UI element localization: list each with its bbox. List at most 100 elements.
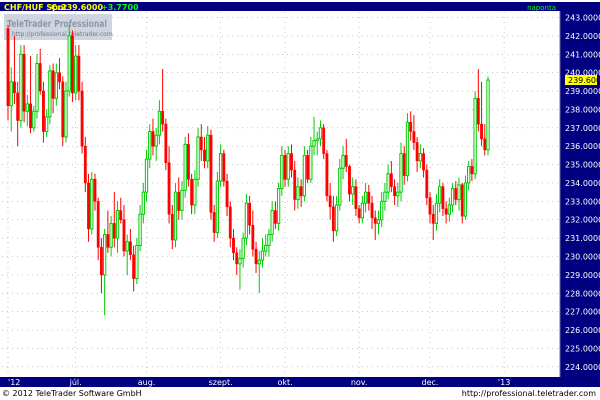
copyright-text: © 2012 TeleTrader Software GmbH (2, 389, 142, 398)
candle-body-up (64, 90, 68, 138)
candle-body-up (376, 219, 381, 224)
candle-body-up (90, 178, 94, 230)
x-tick-label: dec. (422, 378, 439, 387)
chart-frame: CHF/HUF Spot C: 239.6000 +3.7700 naponta… (0, 0, 600, 400)
x-tick-label: szept. (209, 378, 233, 387)
candle (19, 45, 23, 128)
candle-body-up (138, 213, 142, 246)
candle-body-up (467, 165, 471, 184)
candle-body-up (67, 35, 71, 92)
y-tick-label: 228.0000 (565, 289, 600, 298)
candle-body-down (409, 122, 413, 132)
candle-body-down (354, 186, 358, 209)
candle-body-up (418, 153, 423, 162)
candle-body-down (87, 182, 90, 230)
candle-body-up (109, 222, 113, 248)
footer-url: http://professional.teletrader.com (461, 389, 596, 398)
candle-body-up (457, 184, 461, 201)
candle-body-up (32, 110, 36, 129)
candle-body-up (9, 81, 13, 107)
candlestick-chart: CHF/HUF Spot C: 239.6000 +3.7700 naponta… (0, 0, 600, 400)
candle-body-down (112, 223, 116, 239)
header-period: naponta (527, 4, 556, 12)
candle-body-down (290, 153, 293, 171)
candle-body-down (367, 191, 371, 204)
candle-body-up (193, 178, 197, 206)
candle-body-up (363, 191, 368, 204)
candle-body-down (22, 54, 26, 112)
candle-body-down (122, 219, 126, 252)
logo-name: TeleTrader Professional (7, 19, 107, 30)
candle-body-up (280, 154, 284, 189)
candle (71, 30, 74, 103)
candle-body-down (212, 212, 216, 233)
candle-body-up (360, 202, 365, 219)
candle-body-up (338, 167, 342, 206)
candle-body-down (444, 208, 448, 215)
candle-body-up (450, 187, 455, 206)
candle-body-up (196, 136, 200, 180)
last-price-label: 239.6000 (568, 76, 600, 85)
candle-body-up (276, 187, 281, 224)
x-tick-label: aug. (138, 378, 156, 387)
logo-url: http://professional.teletrader.com (12, 31, 113, 38)
candle-body-down (119, 210, 123, 220)
candle (48, 65, 52, 125)
candle-body-down (273, 210, 277, 224)
candle (209, 129, 213, 220)
candle-body-up (215, 180, 220, 234)
y-tick-label: 225.0000 (565, 344, 600, 353)
x-tick-label: okt. (277, 378, 292, 387)
candle-body-down (254, 248, 258, 265)
candle-body-up (244, 202, 249, 239)
candle-body-down (151, 131, 155, 147)
candle-body-down (106, 234, 110, 248)
candle-body-down (428, 197, 432, 215)
candle-body-down (77, 55, 81, 92)
y-tick-label: 234.0000 (565, 179, 600, 188)
candle-body-up (380, 200, 384, 221)
candle-body-up (238, 257, 242, 265)
candle (325, 149, 329, 202)
candle-body-down (325, 153, 329, 197)
candle (215, 171, 220, 239)
candle (67, 24, 71, 97)
candle (486, 76, 490, 156)
y-tick-label: 232.0000 (565, 216, 600, 225)
plot-background (0, 0, 600, 400)
candle-body-down (228, 206, 232, 239)
candle-body-down (476, 98, 480, 125)
y-tick-label: 242.0000 (565, 32, 600, 41)
candle-body-down (16, 92, 20, 121)
candle-body-down (164, 123, 168, 163)
candle-body-down (251, 225, 255, 250)
candle-body-up (115, 210, 120, 239)
candle-body-down (344, 155, 348, 167)
candle-body-down (51, 70, 55, 99)
candle-body-down (299, 186, 303, 197)
candle-body-down (306, 155, 310, 180)
candle-body-up (434, 202, 439, 224)
candle-body-up (341, 154, 345, 169)
candle-body-down (425, 169, 429, 198)
candle (35, 54, 39, 119)
y-tick-label: 235.0000 (565, 161, 600, 170)
candle (173, 182, 178, 248)
candle-body-down (470, 166, 474, 175)
candle-body-down (209, 134, 213, 213)
candle-body-up (257, 259, 261, 265)
candle-body-up (405, 121, 410, 177)
candle-body-down (203, 149, 206, 162)
candle-body-up (315, 138, 319, 142)
candle (61, 76, 65, 147)
candle-body-down (389, 173, 393, 187)
candle-body-down (132, 254, 136, 279)
candle-body-up (264, 244, 268, 252)
candle-body-up (25, 103, 29, 112)
candle (473, 91, 477, 180)
candle-body-down (93, 179, 97, 202)
y-tick-label: 236.0000 (565, 142, 600, 151)
candle-body-down (460, 184, 464, 217)
candle-body-up (102, 233, 107, 276)
candle-body-down (415, 142, 419, 162)
